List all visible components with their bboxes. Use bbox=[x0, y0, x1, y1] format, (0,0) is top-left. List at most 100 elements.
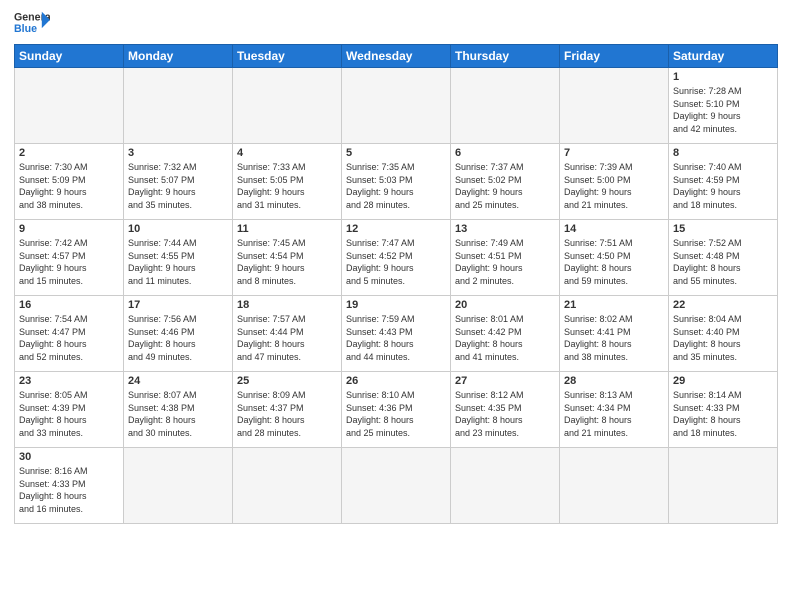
day-number: 23 bbox=[19, 375, 119, 387]
day-info: Sunrise: 7:33 AM Sunset: 5:05 PM Dayligh… bbox=[237, 161, 337, 211]
calendar-cell: 17Sunrise: 7:56 AM Sunset: 4:46 PM Dayli… bbox=[124, 296, 233, 372]
day-info: Sunrise: 7:49 AM Sunset: 4:51 PM Dayligh… bbox=[455, 237, 555, 287]
weekday-wednesday: Wednesday bbox=[342, 45, 451, 68]
day-number: 25 bbox=[237, 375, 337, 387]
day-info: Sunrise: 7:42 AM Sunset: 4:57 PM Dayligh… bbox=[19, 237, 119, 287]
day-number: 12 bbox=[346, 223, 446, 235]
day-info: Sunrise: 8:10 AM Sunset: 4:36 PM Dayligh… bbox=[346, 389, 446, 439]
calendar-cell: 5 Sunrise: 7:35 AM Sunset: 5:03 PM Daylig… bbox=[342, 144, 451, 220]
calendar-cell bbox=[342, 68, 451, 144]
day-info: Sunrise: 8:04 AM Sunset: 4:40 PM Dayligh… bbox=[673, 313, 773, 363]
calendar-cell bbox=[233, 448, 342, 524]
day-number: 3 bbox=[128, 147, 228, 159]
day-number: 16 bbox=[19, 299, 119, 311]
weekday-header-row: SundayMondayTuesdayWednesdayThursdayFrid… bbox=[15, 45, 778, 68]
calendar-cell: 23 Sunrise: 8:05 AM Sunset: 4:39 PM Dayli… bbox=[15, 372, 124, 448]
day-info: Sunrise: 8:14 AM Sunset: 4:33 PM Dayligh… bbox=[673, 389, 773, 439]
day-number: 28 bbox=[564, 375, 664, 387]
weekday-sunday: Sunday bbox=[15, 45, 124, 68]
day-info: Sunrise: 7:39 AM Sunset: 5:00 PM Dayligh… bbox=[564, 161, 664, 211]
calendar-cell bbox=[124, 448, 233, 524]
calendar-cell: 24 Sunrise: 8:07 AM Sunset: 4:38 PM Dayli… bbox=[124, 372, 233, 448]
calendar-cell: 20Sunrise: 8:01 AM Sunset: 4:42 PM Dayli… bbox=[451, 296, 560, 372]
day-number: 2 bbox=[19, 147, 119, 159]
calendar-cell: 30 Sunrise: 8:16 AM Sunset: 4:33 PM Dayli… bbox=[15, 448, 124, 524]
calendar-cell: 14Sunrise: 7:51 AM Sunset: 4:50 PM Dayli… bbox=[560, 220, 669, 296]
calendar-cell bbox=[15, 68, 124, 144]
weekday-friday: Friday bbox=[560, 45, 669, 68]
day-number: 9 bbox=[19, 223, 119, 235]
day-info: Sunrise: 7:47 AM Sunset: 4:52 PM Dayligh… bbox=[346, 237, 446, 287]
day-number: 15 bbox=[673, 223, 773, 235]
day-info: Sunrise: 8:13 AM Sunset: 4:34 PM Dayligh… bbox=[564, 389, 664, 439]
day-info: Sunrise: 7:37 AM Sunset: 5:02 PM Dayligh… bbox=[455, 161, 555, 211]
header: General Blue bbox=[14, 10, 778, 38]
day-number: 30 bbox=[19, 451, 119, 463]
weekday-thursday: Thursday bbox=[451, 45, 560, 68]
day-info: Sunrise: 7:30 AM Sunset: 5:09 PM Dayligh… bbox=[19, 161, 119, 211]
day-info: Sunrise: 7:35 AM Sunset: 5:03 PM Dayligh… bbox=[346, 161, 446, 211]
week-row-1: 1 Sunrise: 7:28 AM Sunset: 5:10 PM Daylig… bbox=[15, 68, 778, 144]
calendar-cell: 29 Sunrise: 8:14 AM Sunset: 4:33 PM Dayli… bbox=[669, 372, 778, 448]
day-info: Sunrise: 7:57 AM Sunset: 4:44 PM Dayligh… bbox=[237, 313, 337, 363]
day-info: Sunrise: 8:05 AM Sunset: 4:39 PM Dayligh… bbox=[19, 389, 119, 439]
day-info: Sunrise: 8:09 AM Sunset: 4:37 PM Dayligh… bbox=[237, 389, 337, 439]
calendar-cell: 2 Sunrise: 7:30 AM Sunset: 5:09 PM Daylig… bbox=[15, 144, 124, 220]
calendar-cell: 11 Sunrise: 7:45 AM Sunset: 4:54 PM Dayli… bbox=[233, 220, 342, 296]
day-number: 20 bbox=[455, 299, 555, 311]
svg-text:Blue: Blue bbox=[14, 23, 37, 35]
calendar-cell: 16Sunrise: 7:54 AM Sunset: 4:47 PM Dayli… bbox=[15, 296, 124, 372]
calendar-cell: 8Sunrise: 7:40 AM Sunset: 4:59 PM Daylig… bbox=[669, 144, 778, 220]
calendar-cell: 3 Sunrise: 7:32 AM Sunset: 5:07 PM Daylig… bbox=[124, 144, 233, 220]
day-number: 13 bbox=[455, 223, 555, 235]
calendar-cell: 18 Sunrise: 7:57 AM Sunset: 4:44 PM Dayli… bbox=[233, 296, 342, 372]
calendar-cell: 15 Sunrise: 7:52 AM Sunset: 4:48 PM Dayli… bbox=[669, 220, 778, 296]
logo-icon: General Blue bbox=[14, 10, 50, 38]
day-number: 29 bbox=[673, 375, 773, 387]
week-row-2: 2 Sunrise: 7:30 AM Sunset: 5:09 PM Daylig… bbox=[15, 144, 778, 220]
day-number: 21 bbox=[564, 299, 664, 311]
calendar-cell: 25 Sunrise: 8:09 AM Sunset: 4:37 PM Dayli… bbox=[233, 372, 342, 448]
day-info: Sunrise: 7:52 AM Sunset: 4:48 PM Dayligh… bbox=[673, 237, 773, 287]
day-number: 1 bbox=[673, 71, 773, 83]
day-number: 5 bbox=[346, 147, 446, 159]
day-number: 24 bbox=[128, 375, 228, 387]
day-number: 18 bbox=[237, 299, 337, 311]
calendar-cell bbox=[560, 448, 669, 524]
calendar-cell bbox=[342, 448, 451, 524]
calendar-cell: 7 Sunrise: 7:39 AM Sunset: 5:00 PM Daylig… bbox=[560, 144, 669, 220]
day-info: Sunrise: 8:12 AM Sunset: 4:35 PM Dayligh… bbox=[455, 389, 555, 439]
calendar-cell bbox=[669, 448, 778, 524]
week-row-3: 9 Sunrise: 7:42 AM Sunset: 4:57 PM Daylig… bbox=[15, 220, 778, 296]
calendar-cell bbox=[560, 68, 669, 144]
calendar-cell: 28 Sunrise: 8:13 AM Sunset: 4:34 PM Dayli… bbox=[560, 372, 669, 448]
day-info: Sunrise: 7:32 AM Sunset: 5:07 PM Dayligh… bbox=[128, 161, 228, 211]
day-number: 19 bbox=[346, 299, 446, 311]
calendar-cell bbox=[124, 68, 233, 144]
day-info: Sunrise: 7:45 AM Sunset: 4:54 PM Dayligh… bbox=[237, 237, 337, 287]
day-info: Sunrise: 7:44 AM Sunset: 4:55 PM Dayligh… bbox=[128, 237, 228, 287]
calendar-cell bbox=[451, 448, 560, 524]
weekday-monday: Monday bbox=[124, 45, 233, 68]
weekday-saturday: Saturday bbox=[669, 45, 778, 68]
day-info: Sunrise: 8:07 AM Sunset: 4:38 PM Dayligh… bbox=[128, 389, 228, 439]
calendar: SundayMondayTuesdayWednesdayThursdayFrid… bbox=[14, 44, 778, 524]
calendar-cell: 13 Sunrise: 7:49 AM Sunset: 4:51 PM Dayli… bbox=[451, 220, 560, 296]
day-info: Sunrise: 8:02 AM Sunset: 4:41 PM Dayligh… bbox=[564, 313, 664, 363]
calendar-cell: 6Sunrise: 7:37 AM Sunset: 5:02 PM Daylig… bbox=[451, 144, 560, 220]
calendar-cell: 10Sunrise: 7:44 AM Sunset: 4:55 PM Dayli… bbox=[124, 220, 233, 296]
calendar-cell: 26Sunrise: 8:10 AM Sunset: 4:36 PM Dayli… bbox=[342, 372, 451, 448]
calendar-cell: 19 Sunrise: 7:59 AM Sunset: 4:43 PM Dayli… bbox=[342, 296, 451, 372]
day-number: 11 bbox=[237, 223, 337, 235]
calendar-cell: 27Sunrise: 8:12 AM Sunset: 4:35 PM Dayli… bbox=[451, 372, 560, 448]
week-row-4: 16Sunrise: 7:54 AM Sunset: 4:47 PM Dayli… bbox=[15, 296, 778, 372]
calendar-cell: 22Sunrise: 8:04 AM Sunset: 4:40 PM Dayli… bbox=[669, 296, 778, 372]
calendar-cell: 9 Sunrise: 7:42 AM Sunset: 4:57 PM Daylig… bbox=[15, 220, 124, 296]
day-info: Sunrise: 7:56 AM Sunset: 4:46 PM Dayligh… bbox=[128, 313, 228, 363]
day-info: Sunrise: 8:16 AM Sunset: 4:33 PM Dayligh… bbox=[19, 465, 119, 515]
day-info: Sunrise: 7:28 AM Sunset: 5:10 PM Dayligh… bbox=[673, 85, 773, 135]
weekday-tuesday: Tuesday bbox=[233, 45, 342, 68]
day-info: Sunrise: 7:59 AM Sunset: 4:43 PM Dayligh… bbox=[346, 313, 446, 363]
calendar-cell: 21 Sunrise: 8:02 AM Sunset: 4:41 PM Dayli… bbox=[560, 296, 669, 372]
day-number: 7 bbox=[564, 147, 664, 159]
